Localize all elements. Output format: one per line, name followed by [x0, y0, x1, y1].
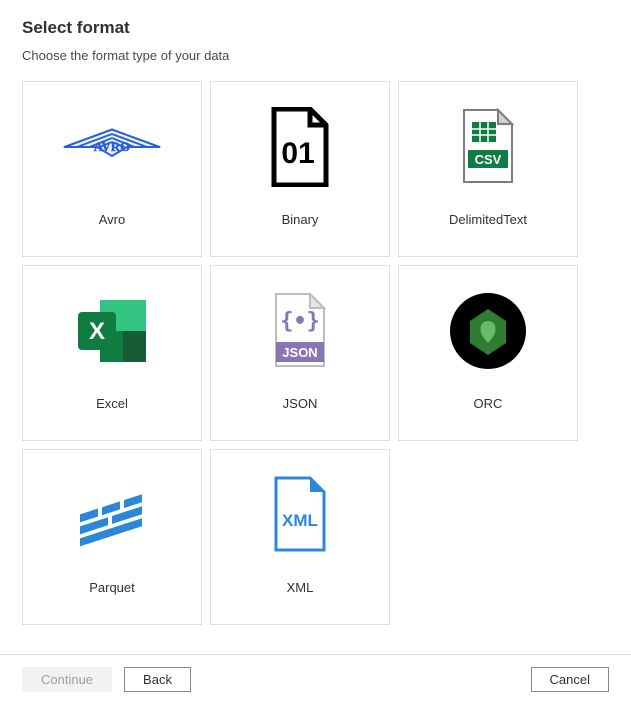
- format-card-json[interactable]: {•} JSON JSON: [210, 265, 390, 441]
- format-label: Binary: [282, 212, 319, 227]
- format-label: ORC: [474, 396, 503, 411]
- footer: Continue Back Cancel: [0, 654, 631, 704]
- cancel-button[interactable]: Cancel: [531, 667, 609, 692]
- svg-text:AVRO: AVRO: [94, 139, 131, 154]
- page-subtitle: Choose the format type of your data: [22, 48, 609, 63]
- svg-text:XML: XML: [282, 511, 318, 530]
- format-card-excel[interactable]: X Excel: [22, 265, 202, 441]
- svg-text:JSON: JSON: [282, 345, 317, 360]
- csv-icon: CSV: [399, 82, 577, 212]
- format-label: Parquet: [89, 580, 135, 595]
- format-card-orc[interactable]: ORC: [398, 265, 578, 441]
- parquet-icon: [23, 450, 201, 580]
- format-card-xml[interactable]: XML XML: [210, 449, 390, 625]
- excel-icon: X: [23, 266, 201, 396]
- format-card-parquet[interactable]: Parquet: [22, 449, 202, 625]
- format-label: Excel: [96, 396, 128, 411]
- format-label: JSON: [283, 396, 318, 411]
- xml-icon: XML: [211, 450, 389, 580]
- format-card-delimitedtext[interactable]: CSV DelimitedText: [398, 81, 578, 257]
- page-title: Select format: [22, 18, 609, 38]
- format-label: DelimitedText: [449, 212, 527, 227]
- svg-text:{•}: {•}: [280, 309, 320, 334]
- svg-text:01: 01: [281, 137, 314, 170]
- back-button[interactable]: Back: [124, 667, 191, 692]
- format-label: Avro: [99, 212, 126, 227]
- format-grid: AVRO Avro 01 Binary: [22, 81, 609, 625]
- format-label: XML: [287, 580, 314, 595]
- format-card-binary[interactable]: 01 Binary: [210, 81, 390, 257]
- orc-icon: [399, 266, 577, 396]
- format-card-avro[interactable]: AVRO Avro: [22, 81, 202, 257]
- avro-icon: AVRO: [23, 82, 201, 212]
- json-icon: {•} JSON: [211, 266, 389, 396]
- svg-text:CSV: CSV: [475, 152, 502, 167]
- continue-button: Continue: [22, 667, 112, 692]
- binary-icon: 01: [211, 82, 389, 212]
- svg-text:X: X: [89, 318, 105, 345]
